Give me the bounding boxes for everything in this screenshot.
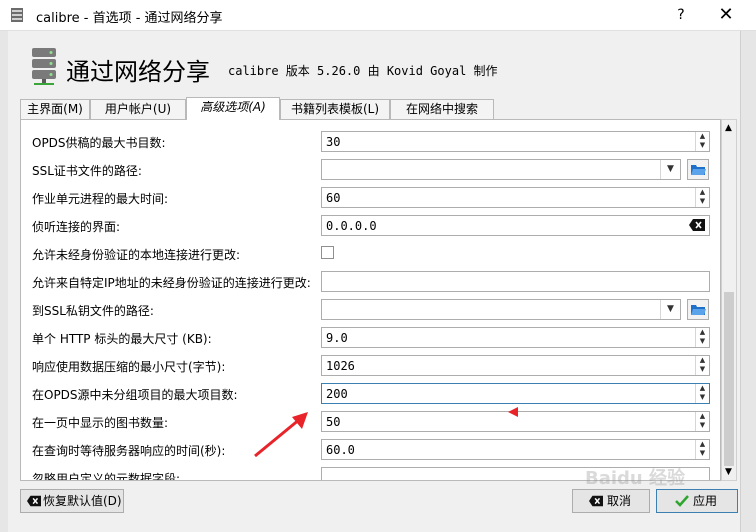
title-bar: calibre - 首选项 - 通过网络分享 ? ✕ <box>0 0 756 31</box>
apply-button[interactable]: 应用 <box>656 489 738 513</box>
restore-defaults-button[interactable]: 恢复默认值(D) <box>20 489 124 513</box>
setting-label: 单个 HTTP 标头的最大尺寸 (KB): <box>32 332 212 346</box>
query-timeout-spinbox[interactable]: 60.0 ▲ ▼ <box>321 439 710 460</box>
spin-arrows-icon[interactable]: ▲ ▼ <box>695 132 709 151</box>
version-subtitle: calibre 版本 5.26.0 由 Kovid Goyal 制作 <box>228 64 498 78</box>
setting-row-allow-ip-unauth: 允许来自特定IP地址的未经身份验证的连接进行更改: <box>21 267 720 295</box>
annotation-arrow-icon <box>254 412 308 458</box>
calibre-app-icon <box>11 8 23 22</box>
setting-label: 在一页中显示的图书数量: <box>32 416 169 430</box>
spin-arrows-icon[interactable]: ▲ ▼ <box>695 384 709 403</box>
tab-advanced-options[interactable]: 高级选项(A) <box>186 97 280 120</box>
setting-label: SSL证书文件的路径: <box>32 164 142 178</box>
worker-max-time-spinbox[interactable]: 60 ▲ ▼ <box>321 187 710 208</box>
field-value: 200 <box>326 387 348 401</box>
help-button[interactable]: ? <box>666 0 696 31</box>
ssl-cert-path-combo[interactable]: ▼ <box>321 159 681 180</box>
checkmark-icon <box>675 495 689 507</box>
field-value: 60.0 <box>326 443 355 457</box>
clear-text-icon[interactable] <box>689 219 705 231</box>
server-icon <box>32 48 56 85</box>
tab-book-list-template[interactable]: 书籍列表模板(L) <box>280 99 390 120</box>
annotation-marker-icon <box>508 407 518 417</box>
setting-label: 作业单元进程的最大时间: <box>32 192 169 206</box>
cancel-label: 取消 <box>607 494 632 508</box>
setting-label: 响应使用数据压缩的最小尺寸(字节): <box>32 360 226 374</box>
close-window-button[interactable]: ✕ <box>706 0 746 31</box>
chevron-down-icon[interactable]: ▼ <box>660 160 680 179</box>
page-header: 通过网络分享 calibre 版本 5.26.0 由 Kovid Goyal 制… <box>8 32 740 98</box>
setting-row-compress-min-size: 响应使用数据压缩的最小尺寸(字节): 1026 ▲ ▼ <box>21 351 720 379</box>
background-window-edge-left <box>0 0 8 532</box>
clear-icon <box>27 495 41 507</box>
scroll-down-icon[interactable]: ▼ <box>725 467 732 477</box>
setting-row-max-header-size: 单个 HTTP 标头的最大尺寸 (KB): 9.0 ▲ ▼ <box>21 323 720 351</box>
setting-label: 到SSL私钥文件的路径: <box>32 304 154 318</box>
scrollbar-thumb[interactable] <box>724 292 734 466</box>
setting-row-books-per-page: 在一页中显示的图书数量: 50 ▲ ▼ <box>21 407 720 435</box>
setting-row-ssl-cert-path: SSL证书文件的路径: ▼ <box>21 155 720 183</box>
setting-label: 忽略用户定义的元数据字段: <box>32 472 181 481</box>
folder-icon <box>691 305 706 315</box>
max-header-size-spinbox[interactable]: 9.0 ▲ ▼ <box>321 327 710 348</box>
field-value: 60 <box>326 191 341 205</box>
chevron-down-icon[interactable]: ▼ <box>660 300 680 319</box>
setting-row-listen-interface: 侦听连接的界面: 0.0.0.0 <box>21 211 720 239</box>
tab-main-interface[interactable]: 主界面(M) <box>20 99 90 120</box>
setting-row-opds-ungrouped-max: 在OPDS源中未分组项目的最大项目数: 200 ▲ ▼ <box>21 379 720 407</box>
allow-local-unauth-checkbox[interactable] <box>321 246 334 259</box>
setting-label: OPDS供稿的最大书目数: <box>32 136 166 150</box>
compress-min-size-spinbox[interactable]: 1026 ▲ ▼ <box>321 355 710 376</box>
settings-scrollbar[interactable]: ▲ ▼ <box>721 119 737 481</box>
field-value: 9.0 <box>326 331 348 345</box>
tab-search-network[interactable]: 在网络中搜索 <box>390 99 494 120</box>
allowed-ip-addresses-input[interactable] <box>321 271 710 292</box>
cancel-icon <box>589 495 603 507</box>
setting-row-worker-max-time: 作业单元进程的最大时间: 60 ▲ ▼ <box>21 183 720 211</box>
setting-row-query-timeout: 在查询时等待服务器响应的时间(秒): 60.0 ▲ ▼ <box>21 435 720 463</box>
background-window-edge-right <box>740 0 756 532</box>
spin-arrows-icon[interactable]: ▲ ▼ <box>695 440 709 459</box>
setting-row-allow-local-unauth: 允许未经身份验证的本地连接进行更改: <box>21 239 720 267</box>
setting-row-opds-max-books: OPDS供稿的最大书目数: 30 ▲ ▼ <box>21 127 720 155</box>
setting-label: 在查询时等待服务器响应的时间(秒): <box>32 444 226 458</box>
spin-arrows-icon[interactable]: ▲ ▼ <box>695 188 709 207</box>
ssl-key-path-combo[interactable]: ▼ <box>321 299 681 320</box>
browse-folder-button[interactable] <box>687 299 709 320</box>
window-title: calibre - 首选项 - 通过网络分享 <box>36 11 223 26</box>
scroll-up-icon[interactable]: ▲ <box>725 123 732 133</box>
advanced-settings-panel: OPDS供稿的最大书目数: 30 ▲ ▼ SSL证书文件的路径: ▼ 作业单元进程… <box>20 119 721 481</box>
watermark-text: Baidu 经验 <box>585 468 686 489</box>
cancel-button[interactable]: 取消 <box>572 489 650 513</box>
apply-label: 应用 <box>693 494 718 508</box>
spin-arrows-icon[interactable]: ▲ ▼ <box>695 328 709 347</box>
listen-interface-input[interactable]: 0.0.0.0 <box>321 215 710 236</box>
opds-ungrouped-max-spinbox[interactable]: 200 ▲ ▼ <box>321 383 710 404</box>
field-value: 30 <box>326 135 341 149</box>
setting-label: 允许来自特定IP地址的未经身份验证的连接进行更改: <box>32 276 311 290</box>
setting-label: 允许未经身份验证的本地连接进行更改: <box>32 248 241 262</box>
browse-folder-button[interactable] <box>687 159 709 180</box>
restore-defaults-label: 恢复默认值(D) <box>43 494 122 508</box>
setting-label: 在OPDS源中未分组项目的最大项目数: <box>32 388 238 402</box>
page-title: 通过网络分享 <box>66 58 210 86</box>
field-value: 1026 <box>326 359 355 373</box>
spin-arrows-icon[interactable]: ▲ ▼ <box>695 356 709 375</box>
tab-user-accounts[interactable]: 用户帐户(U) <box>90 99 186 120</box>
field-value: 50 <box>326 415 341 429</box>
setting-label: 侦听连接的界面: <box>32 220 121 234</box>
setting-row-ssl-key-path: 到SSL私钥文件的路径: ▼ <box>21 295 720 323</box>
field-value: 0.0.0.0 <box>326 219 377 233</box>
folder-icon <box>691 165 706 175</box>
opds-max-books-spinbox[interactable]: 30 ▲ ▼ <box>321 131 710 152</box>
spin-arrows-icon[interactable]: ▲ ▼ <box>695 412 709 431</box>
